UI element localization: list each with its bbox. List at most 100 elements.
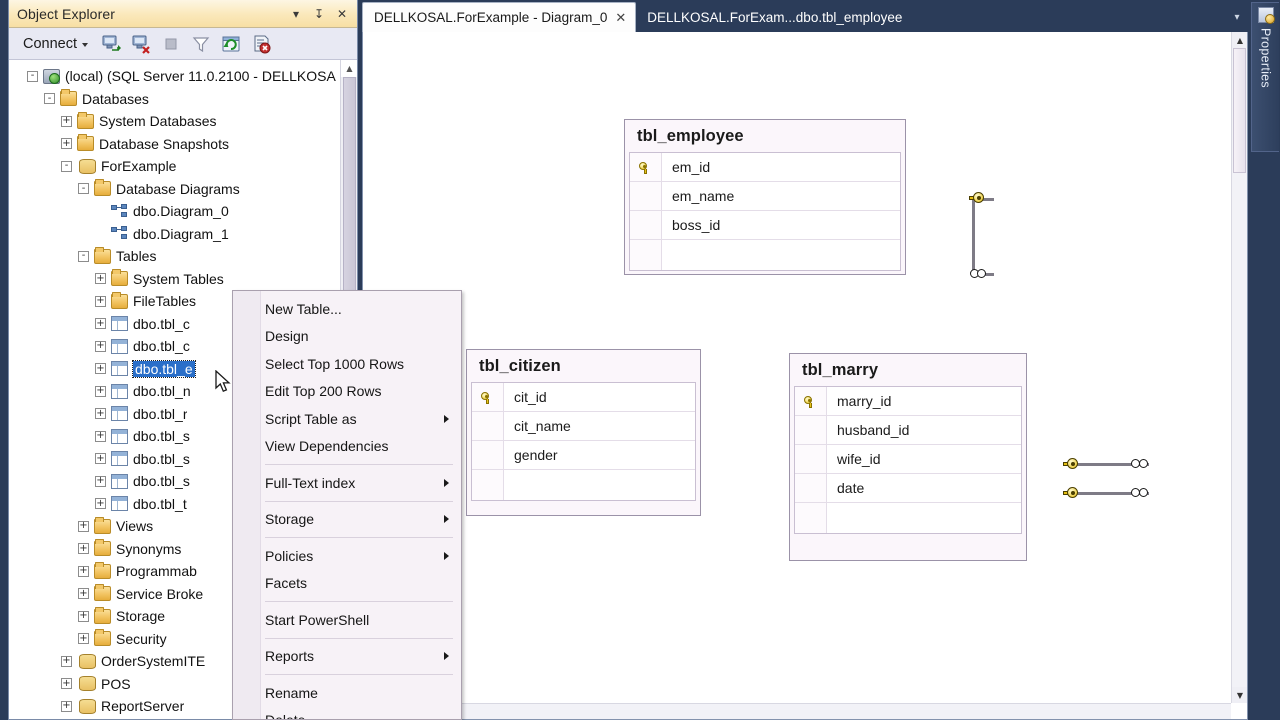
expand-icon[interactable]: +	[95, 476, 106, 487]
column-gutter	[472, 441, 504, 469]
connect-button[interactable]: Connect	[19, 34, 92, 54]
expand-icon[interactable]: +	[78, 543, 89, 554]
diagram-empty-row[interactable]	[795, 503, 1021, 533]
expand-icon[interactable]: +	[95, 498, 106, 509]
filter-icon[interactable]	[190, 33, 212, 55]
collapse-icon[interactable]: -	[27, 71, 38, 82]
expand-icon[interactable]: +	[61, 656, 72, 667]
tree-node-label: dbo.tbl_t	[133, 496, 187, 512]
primary-key-icon	[630, 153, 662, 181]
expand-icon[interactable]: +	[61, 138, 72, 149]
connect-server-icon[interactable]	[100, 33, 122, 55]
diagram-table-title: tbl_citizen	[471, 354, 696, 382]
tree-node[interactable]: -Databases	[9, 88, 357, 111]
context-menu-item[interactable]: Rename	[233, 679, 461, 707]
diagram-canvas[interactable]: tbl_employeeem_idem_nameboss_id tbl_citiz…	[363, 32, 1231, 703]
context-menu-item[interactable]: Select Top 1000 Rows	[233, 350, 461, 378]
diagram-column-row[interactable]: cit_name	[472, 412, 695, 441]
tree-node[interactable]: -Tables	[9, 245, 357, 268]
database-icon	[79, 159, 96, 174]
scroll-up-icon[interactable]: ▲	[341, 60, 357, 77]
tab-diagram-0[interactable]: DELLKOSAL.ForExample - Diagram_0 ✕	[362, 2, 636, 32]
diagram-column-row[interactable]: wife_id	[795, 445, 1021, 474]
diagram-empty-row[interactable]	[630, 240, 900, 270]
context-menu-separator	[265, 464, 453, 465]
diagram-column-row[interactable]: date	[795, 474, 1021, 503]
expand-icon[interactable]: +	[78, 521, 89, 532]
close-icon[interactable]: ✕	[335, 7, 349, 21]
diagram-column-row[interactable]: em_id	[630, 153, 900, 182]
tree-node[interactable]: dbo.Diagram_1	[9, 223, 357, 246]
context-menu-item[interactable]: Design	[233, 323, 461, 351]
tab-overflow-icon[interactable]: ▾	[1226, 2, 1248, 32]
diagram-column-row[interactable]: gender	[472, 441, 695, 470]
expand-icon[interactable]: +	[95, 431, 106, 442]
close-icon[interactable]: ✕	[615, 10, 626, 26]
expand-icon[interactable]: +	[61, 116, 72, 127]
context-menu-item[interactable]: Storage	[233, 506, 461, 534]
diagram-horizontal-scrollbar[interactable]	[363, 703, 1231, 719]
diagram-column-row[interactable]: marry_id	[795, 387, 1021, 416]
expand-icon[interactable]: +	[95, 341, 106, 352]
properties-dock-tab[interactable]: Properties	[1251, 2, 1279, 152]
table-context-menu[interactable]: New Table...DesignSelect Top 1000 RowsEd…	[232, 290, 462, 720]
expand-icon[interactable]: +	[78, 566, 89, 577]
diagram-column-row[interactable]: em_name	[630, 182, 900, 211]
tree-node[interactable]: -(local) (SQL Server 11.0.2100 - DELLKOS…	[9, 65, 357, 88]
context-menu-item[interactable]: Delete	[233, 707, 461, 720]
expand-icon[interactable]: +	[61, 678, 72, 689]
tree-node[interactable]: +Database Snapshots	[9, 133, 357, 156]
diagram-table-tbl_citizen[interactable]: tbl_citizencit_id cit_namegender	[466, 349, 701, 516]
collapse-icon[interactable]: -	[78, 183, 89, 194]
tree-node[interactable]: +System Databases	[9, 110, 357, 133]
scroll-up-icon[interactable]: ▲	[1232, 32, 1248, 48]
diagram-column-row[interactable]: cit_id	[472, 383, 695, 412]
tree-node[interactable]: -ForExample	[9, 155, 357, 178]
expand-icon[interactable]: +	[95, 408, 106, 419]
expand-icon[interactable]: +	[78, 611, 89, 622]
tree-node[interactable]: -Database Diagrams	[9, 178, 357, 201]
context-menu-item[interactable]: Full-Text index	[233, 469, 461, 497]
expand-icon[interactable]: +	[78, 633, 89, 644]
diagram-table-columns: cit_id cit_namegender	[471, 382, 696, 501]
context-menu-item[interactable]: Start PowerShell	[233, 606, 461, 634]
expand-icon[interactable]: +	[78, 588, 89, 599]
tree-node-label: dbo.tbl_s	[133, 473, 190, 489]
context-menu-item[interactable]: Policies	[233, 542, 461, 570]
expand-icon[interactable]: +	[95, 273, 106, 284]
context-menu-item[interactable]: Reports	[233, 643, 461, 671]
refresh-icon[interactable]	[220, 33, 242, 55]
pin-icon[interactable]: ↧	[312, 7, 326, 21]
expand-icon[interactable]: +	[95, 363, 106, 374]
document-tabstrip: DELLKOSAL.ForExample - Diagram_0 ✕ DELLK…	[362, 0, 1248, 32]
tree-node[interactable]: +System Tables	[9, 268, 357, 291]
diagram-table-tbl_employee[interactable]: tbl_employeeem_idem_nameboss_id	[624, 119, 906, 275]
diagram-column-row[interactable]: boss_id	[630, 211, 900, 240]
context-menu-item[interactable]: View Dependencies	[233, 433, 461, 461]
disconnect-server-icon[interactable]	[130, 33, 152, 55]
diagram-vertical-scrollbar[interactable]: ▲ ▼	[1231, 32, 1247, 703]
expand-icon[interactable]: +	[95, 318, 106, 329]
diagram-column-name: cit_name	[504, 418, 571, 434]
context-menu-item[interactable]: New Table...	[233, 295, 461, 323]
expand-icon[interactable]: +	[95, 296, 106, 307]
diagram-table-tbl_marry[interactable]: tbl_marrymarry_idhusband_idwife_iddate	[789, 353, 1027, 561]
collapse-icon[interactable]: -	[44, 93, 55, 104]
collapse-icon[interactable]: -	[61, 161, 72, 172]
scrollbar-thumb[interactable]	[1233, 48, 1246, 173]
context-menu-item-label: View Dependencies	[265, 438, 389, 454]
collapse-icon[interactable]: -	[78, 251, 89, 262]
scroll-down-icon[interactable]: ▼	[1232, 687, 1248, 703]
context-menu-item[interactable]: Facets	[233, 570, 461, 598]
context-menu-item[interactable]: Edit Top 200 Rows	[233, 378, 461, 406]
expand-icon[interactable]: +	[95, 386, 106, 397]
expand-icon[interactable]: +	[61, 701, 72, 712]
tree-node[interactable]: dbo.Diagram_0	[9, 200, 357, 223]
chevron-down-icon[interactable]: ▾	[289, 7, 303, 21]
diagram-column-row[interactable]: husband_id	[795, 416, 1021, 445]
context-menu-item[interactable]: Script Table as	[233, 405, 461, 433]
script-error-icon[interactable]	[250, 33, 272, 55]
expand-icon[interactable]: +	[95, 453, 106, 464]
diagram-empty-row[interactable]	[472, 470, 695, 500]
tab-tbl-employee[interactable]: DELLKOSAL.ForExam...dbo.tbl_employee	[636, 2, 911, 32]
